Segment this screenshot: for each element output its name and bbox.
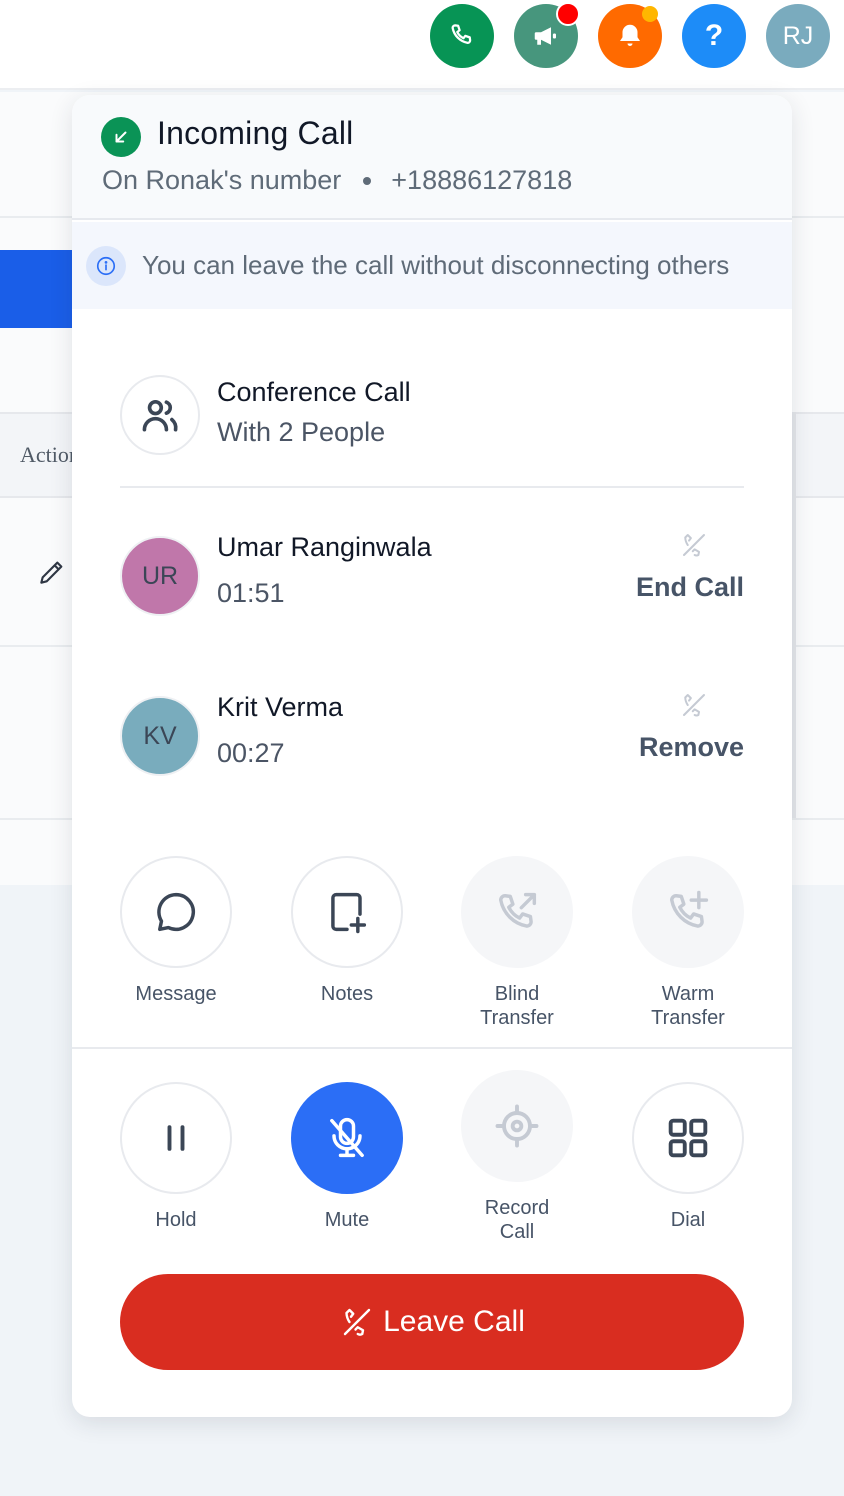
scrollbar[interactable] xyxy=(792,412,796,818)
avatar-initials: KV xyxy=(143,721,177,750)
phone-button[interactable] xyxy=(430,4,494,68)
separator-dot xyxy=(363,176,372,185)
phone-number: +18886127818 xyxy=(391,165,573,195)
call-popup: Incoming Call On Ronak's number +1888612… xyxy=(72,95,792,1417)
megaphone-icon xyxy=(534,27,556,45)
participant-name: Krit Verma xyxy=(217,692,344,722)
phone-icon xyxy=(451,24,472,45)
message-icon xyxy=(157,892,196,932)
background-primary-button[interactable] xyxy=(0,250,72,328)
end-call-button[interactable]: End Call xyxy=(634,530,744,603)
phone-forward-icon xyxy=(499,892,537,928)
pencil-icon[interactable] xyxy=(36,556,68,588)
participant-name: Umar Ranginwala xyxy=(217,532,432,562)
pause-icon xyxy=(167,1125,185,1151)
notes-button[interactable]: Notes xyxy=(291,856,403,1006)
profile-avatar[interactable]: RJ xyxy=(766,4,830,68)
help-button[interactable]: ? xyxy=(682,4,746,68)
participant-row: UR Umar Ranginwala 01:51 End Call xyxy=(120,532,744,616)
divider xyxy=(120,486,744,488)
line-label: On Ronak's number xyxy=(102,165,342,195)
warm-transfer-button[interactable]: Warm Transfer xyxy=(632,856,744,1030)
action-label: Mute xyxy=(324,1209,370,1231)
record-icon xyxy=(495,1104,539,1148)
message-button[interactable]: Message xyxy=(120,856,232,1006)
incoming-arrow-icon xyxy=(101,117,141,157)
action-label: Notes xyxy=(320,983,374,1005)
avatar-initials: UR xyxy=(141,561,179,590)
avatar: UR xyxy=(120,536,200,616)
divider xyxy=(72,1047,792,1049)
notification-badge xyxy=(642,6,658,22)
phone-off-icon xyxy=(683,534,705,557)
phone-off-icon xyxy=(343,1308,371,1336)
bell-icon xyxy=(620,24,640,46)
blind-transfer-button[interactable]: Blind Transfer xyxy=(461,856,573,1030)
avatar-initials: RJ xyxy=(782,21,814,50)
info-icon xyxy=(86,245,126,286)
notifications-button[interactable] xyxy=(598,4,662,68)
action-label: Warm Transfer xyxy=(651,983,725,1029)
participant-duration: 00:27 xyxy=(217,738,285,768)
remove-label: Remove xyxy=(638,732,744,762)
notification-badge xyxy=(556,2,580,26)
record-call-button[interactable]: Record Call xyxy=(461,1070,573,1244)
action-label: Message xyxy=(135,983,217,1005)
call-title: Incoming Call xyxy=(157,115,354,151)
hold-button[interactable]: Hold xyxy=(120,1082,232,1232)
leave-call-label: Leave Call xyxy=(383,1305,525,1338)
end-call-label: End Call xyxy=(635,572,744,602)
call-subtitle: On Ronak's number +18886127818 xyxy=(102,165,572,196)
action-label: Dial xyxy=(670,1209,706,1231)
mic-off-icon xyxy=(330,1117,364,1158)
dialpad-icon xyxy=(668,1118,708,1158)
conference-users-icon xyxy=(120,375,200,455)
info-text: You can leave the call without disconnec… xyxy=(142,250,730,280)
top-bar: ? RJ xyxy=(0,0,844,90)
dial-button[interactable]: Dial xyxy=(632,1082,744,1232)
avatar: KV xyxy=(120,696,200,776)
conference-subtitle: With 2 People xyxy=(217,417,386,447)
phone-off-icon xyxy=(683,694,705,717)
mute-button[interactable]: Mute xyxy=(291,1082,403,1232)
participant-duration: 01:51 xyxy=(217,578,285,608)
phone-add-icon xyxy=(670,890,709,928)
action-label: Hold xyxy=(155,1209,197,1231)
call-header: Incoming Call On Ronak's number +1888612… xyxy=(72,95,792,220)
action-label: Blind Transfer xyxy=(480,983,554,1029)
leave-call-button[interactable]: Leave Call xyxy=(120,1274,744,1370)
announcements-button[interactable] xyxy=(514,2,580,68)
conference-title: Conference Call xyxy=(217,377,411,407)
question-icon: ? xyxy=(704,19,724,52)
info-banner: You can leave the call without disconnec… xyxy=(72,222,792,309)
participant-row: KV Krit Verma 00:27 Remove xyxy=(120,692,744,776)
notes-add-icon xyxy=(331,892,367,934)
action-label: Record Call xyxy=(484,1197,550,1243)
remove-participant-button[interactable]: Remove xyxy=(634,690,744,763)
